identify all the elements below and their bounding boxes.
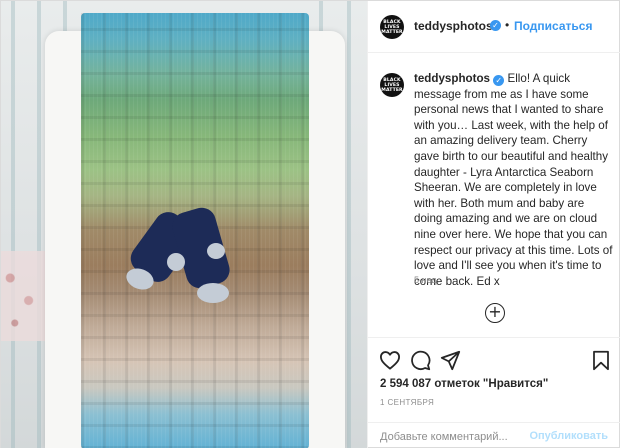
comment-input[interactable]	[380, 429, 530, 445]
sock-heel	[207, 243, 225, 259]
likes-count[interactable]: 2 594 087 отметок "Нравится"	[380, 378, 548, 390]
caption-username[interactable]: teddysphotos	[414, 72, 490, 85]
avatar[interactable]: BLACK LIVES MATTER	[380, 15, 404, 39]
sock-heel	[167, 253, 185, 271]
share-icon[interactable]	[440, 350, 461, 371]
floral-fabric	[1, 251, 47, 341]
verified-badge-icon: ✓	[493, 75, 505, 86]
follow-button[interactable]: Подписаться	[514, 19, 592, 33]
instagram-post: BLACK LIVES MATTER teddysphotos ✓ • Подп…	[0, 0, 620, 448]
sock-toe	[197, 283, 229, 303]
comment-icon[interactable]	[410, 350, 431, 371]
post-sidebar: BLACK LIVES MATTER teddysphotos ✓ • Подп…	[367, 1, 620, 448]
add-comment-bar: Опубликовать	[368, 422, 620, 448]
post-date[interactable]: 1 СЕНТЯБРЯ	[380, 398, 434, 407]
publish-button[interactable]: Опубликовать	[529, 430, 608, 442]
bookmark-icon[interactable]	[592, 350, 610, 371]
load-more-comments-icon[interactable]: +	[485, 303, 505, 323]
caption-body: teddysphotos ✓ Ello! A quick message fro…	[414, 71, 614, 289]
verified-badge-icon: ✓	[490, 20, 501, 31]
post-actions: 2 594 087 отметок "Нравится" 1 СЕНТЯБРЯ …	[368, 337, 620, 448]
post-header: BLACK LIVES MATTER teddysphotos ✓ • Подп…	[368, 1, 620, 53]
username-link[interactable]: teddysphotos	[414, 19, 493, 33]
post-photo[interactable]	[1, 1, 367, 448]
avatar[interactable]: BLACK LIVES MATTER	[380, 73, 404, 97]
caption-text: Ello! A quick message from me as I have …	[414, 72, 613, 288]
separator-dot: •	[505, 18, 510, 32]
caption-timestamp[interactable]: 5 нед.	[414, 275, 439, 285]
heart-icon[interactable]	[379, 350, 401, 370]
